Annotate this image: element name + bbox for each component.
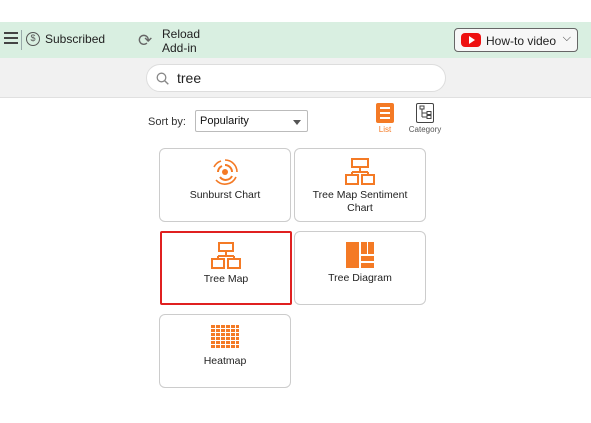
chart-card-tree-diagram[interactable]: Tree Diagram (294, 231, 426, 305)
card-label: Tree Map Sentiment Chart (312, 189, 408, 214)
search-box[interactable] (146, 64, 446, 92)
reload-label-line1: Reload (162, 27, 201, 41)
sort-selected-value: Popularity (200, 115, 249, 127)
hamburger-menu-icon[interactable] (4, 32, 18, 46)
caret-down-icon (293, 120, 301, 125)
toolbar-divider (21, 30, 22, 50)
card-label: Tree Map (203, 273, 249, 285)
top-toolbar: $ Subscribed ⟳ Reload Add-in How-to vide… (0, 22, 591, 58)
how-to-video-label: How-to video (486, 34, 557, 48)
tree-diagram-icon (346, 242, 374, 268)
chevron-down-icon: ⌵ (562, 32, 571, 44)
chart-card-tree-map[interactable]: Tree Map (160, 231, 292, 305)
category-view-button[interactable]: Category (403, 103, 447, 137)
heatmap-icon (211, 325, 239, 348)
card-label: Heatmap (203, 355, 247, 367)
reload-label-line2: Add-in (162, 41, 197, 55)
chart-card-heatmap[interactable]: Heatmap (159, 314, 291, 388)
search-input[interactable] (177, 68, 437, 88)
category-view-label: Category (408, 125, 442, 134)
sunburst-icon (213, 159, 238, 185)
youtube-icon (461, 33, 481, 47)
reload-icon[interactable]: ⟳ (138, 32, 156, 50)
dollar-circle-icon: $ (26, 32, 40, 46)
search-bar (0, 58, 591, 98)
list-view-button[interactable]: List (374, 103, 396, 137)
tree-map-icon (211, 242, 241, 269)
chart-card-sunburst[interactable]: Sunburst Chart (159, 148, 291, 222)
card-label: Tree Diagram (328, 272, 392, 284)
list-icon (376, 103, 394, 123)
chart-card-tree-map-sentiment[interactable]: Tree Map Sentiment Chart (294, 148, 426, 222)
card-label: Sunburst Chart (189, 189, 261, 201)
how-to-video-button[interactable]: How-to video ⌵ (454, 28, 578, 52)
top-blank-area (0, 0, 591, 22)
subscribed-label[interactable]: Subscribed (45, 32, 105, 46)
reload-addin-button[interactable]: Reload Add-in (162, 27, 200, 55)
list-view-label: List (378, 125, 392, 134)
sort-by-label: Sort by: (148, 116, 186, 128)
category-tree-icon (416, 103, 434, 123)
tree-sentiment-icon (345, 158, 375, 185)
search-icon (156, 72, 169, 85)
sort-select[interactable]: Popularity (195, 110, 308, 132)
